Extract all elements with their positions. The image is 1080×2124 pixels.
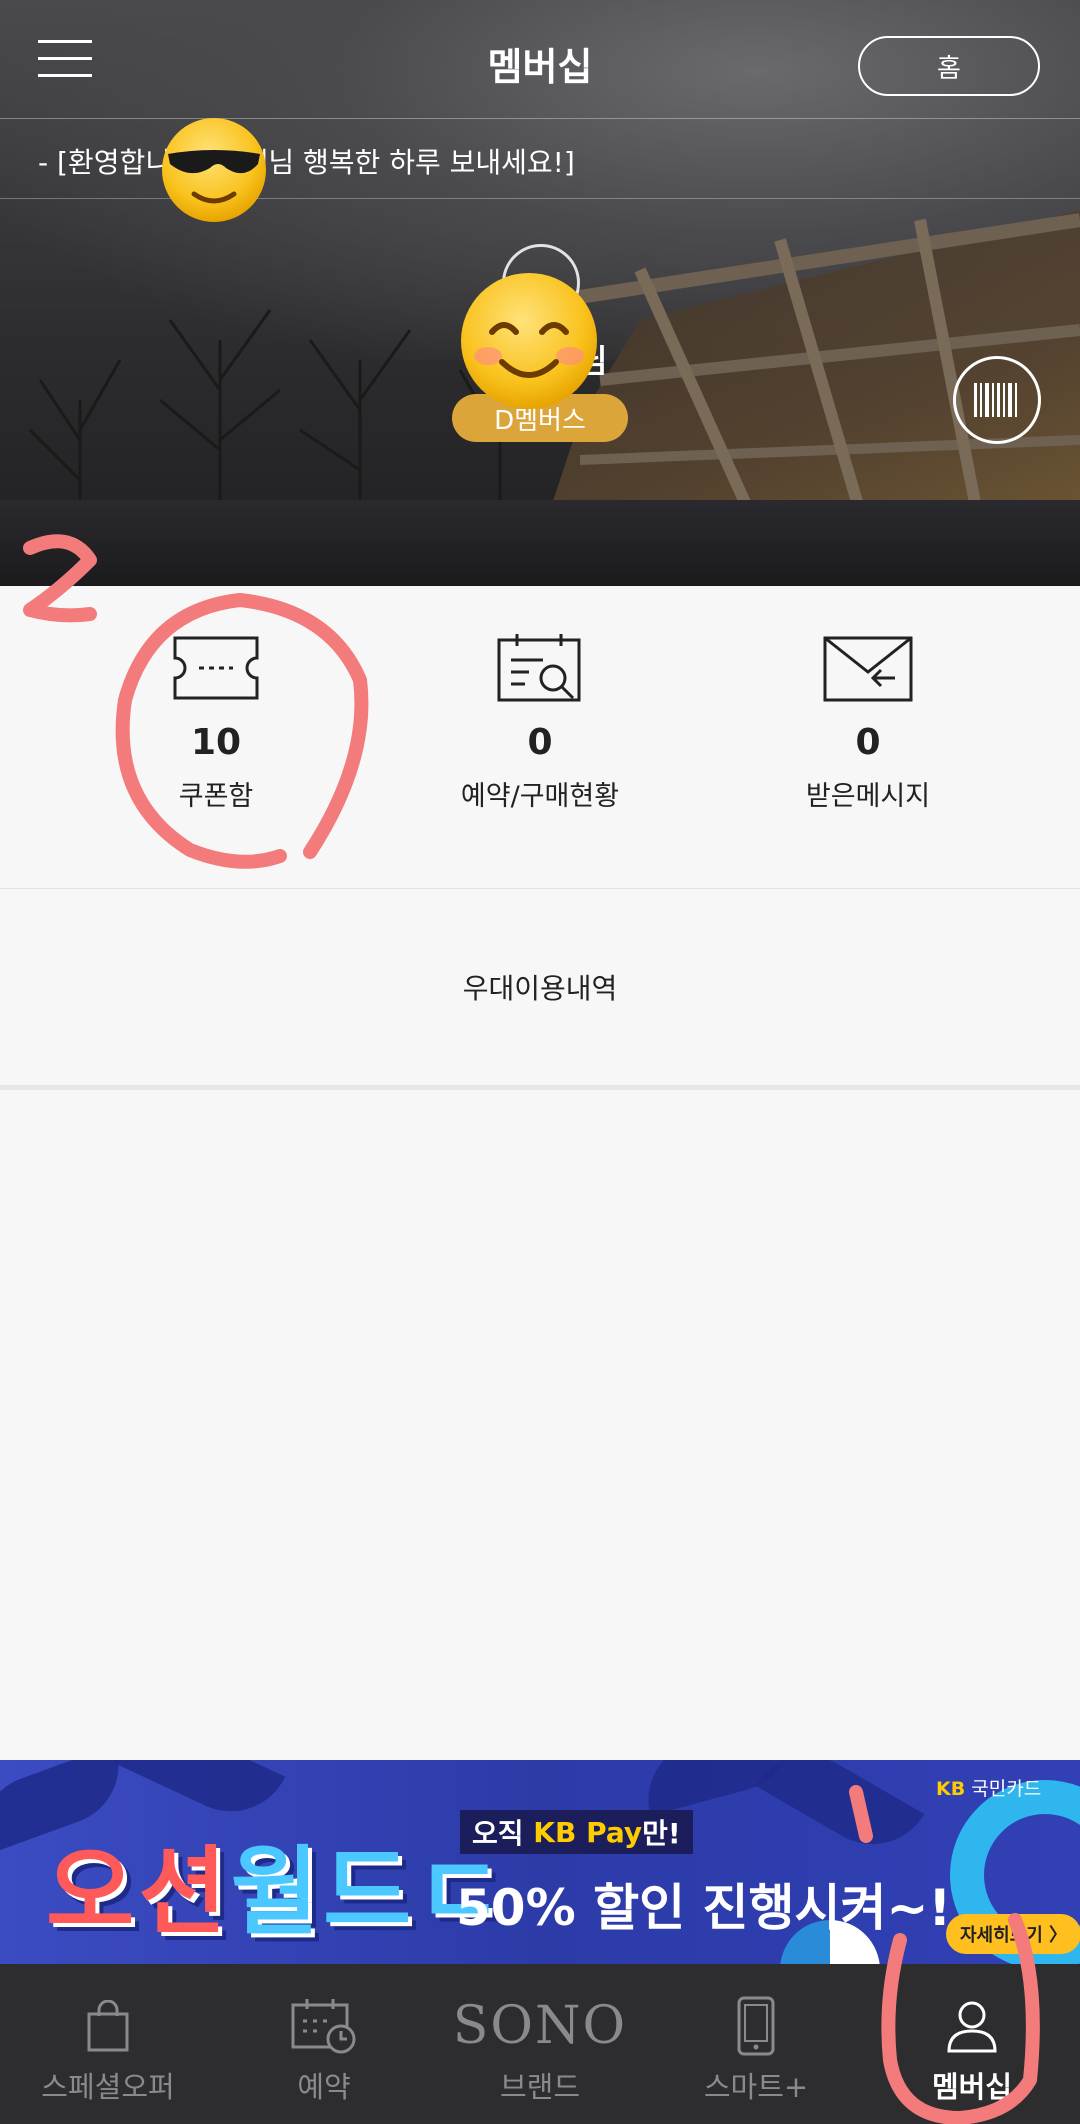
nav-smart-plus[interactable]: 스마트+: [648, 1964, 864, 2124]
banner-leaf-decoration: [755, 1760, 925, 1866]
bottom-navigation: 스페셜오퍼 예약 SONO 브랜드 스마트+ 멤버십: [0, 1964, 1080, 2124]
person-icon: [932, 1994, 1012, 2058]
member-stats: 10 쿠폰함 0 예약/구매현황 0 받은메시지: [0, 586, 1080, 889]
message-label: 받은메시지: [805, 781, 931, 812]
banner-tag-kbpay: KB Pay: [533, 1815, 643, 1849]
banner-tag-prefix: 오직: [472, 1817, 524, 1850]
banner-tag-suffix: 만!: [642, 1817, 681, 1850]
barcode-icon: [974, 383, 1017, 417]
kb-card-name: 국민카드: [971, 1778, 1042, 1800]
banner-detail-button[interactable]: 자세히보기 〉: [946, 1914, 1080, 1954]
home-button[interactable]: 홈: [858, 36, 1040, 96]
hero-ground: [0, 500, 1080, 586]
reservation-label: 예약/구매현황: [460, 781, 620, 812]
banner-kbpay-tag: 오직 KB Pay 만!: [460, 1810, 693, 1854]
nav-smart-plus-label: 스마트+: [703, 2070, 809, 2104]
benefit-history-row[interactable]: 우대이용내역: [0, 889, 1080, 1090]
coupon-count: 10: [190, 722, 242, 763]
calendar-clock-icon: [284, 1994, 364, 2058]
kb-mark: KB: [936, 1778, 966, 1800]
kb-card-logo: KB 국민카드: [936, 1774, 1041, 1801]
nav-membership-label: 멤버십: [931, 2070, 1013, 2104]
nav-special-offer[interactable]: 스페셜오퍼: [0, 1964, 216, 2124]
top-bar: 멤버십 홈: [0, 0, 1080, 119]
nav-brand-label: 브랜드: [499, 2070, 581, 2104]
sono-logo-text: SONO: [452, 1996, 628, 2056]
nav-reservation[interactable]: 예약: [216, 1964, 432, 2124]
sono-logo: SONO: [452, 1994, 628, 2058]
stat-coupons[interactable]: 10 쿠폰함: [66, 632, 366, 872]
stat-messages[interactable]: 0 받은메시지: [718, 632, 1018, 872]
banner-subtitle: 50% 할인 진행시켜~!: [456, 1879, 952, 1937]
coupon-label: 쿠폰함: [178, 781, 254, 812]
nav-reservation-label: 예약: [297, 2070, 351, 2104]
banner-headline: 오션월드ㄷ: [46, 1814, 508, 1953]
welcome-message: - [환영합니다! 고객님 행복한 하루 보내세요!]: [38, 146, 575, 179]
smiling-emoji-sticker: [461, 273, 597, 409]
benefit-history-label: 우대이용내역: [462, 972, 618, 1005]
nav-brand[interactable]: SONO 브랜드: [432, 1964, 648, 2124]
envelope-icon: [823, 636, 913, 702]
reservation-count: 0: [527, 722, 553, 763]
nav-special-offer-label: 스페셜오퍼: [41, 2070, 175, 2104]
barcode-button[interactable]: [953, 356, 1041, 444]
ticket-icon: [173, 636, 259, 700]
smartphone-icon: [716, 1994, 796, 2058]
nav-membership[interactable]: 멤버십: [864, 1964, 1080, 2124]
banner-headline-part1: 오션: [46, 1836, 231, 1948]
calendar-search-icon: [497, 634, 581, 702]
message-count: 0: [855, 722, 881, 763]
stat-reservations[interactable]: 0 예약/구매현황: [390, 632, 690, 872]
shopping-bag-icon: [68, 1994, 148, 2058]
promo-banner[interactable]: 오션월드ㄷ 오직 KB Pay 만! 50% 할인 진행시켜~! KB 국민카드 …: [0, 1760, 1080, 1964]
banner-headline-part2: 월드: [230, 1836, 416, 1948]
sunglasses-emoji-sticker: [162, 118, 266, 222]
